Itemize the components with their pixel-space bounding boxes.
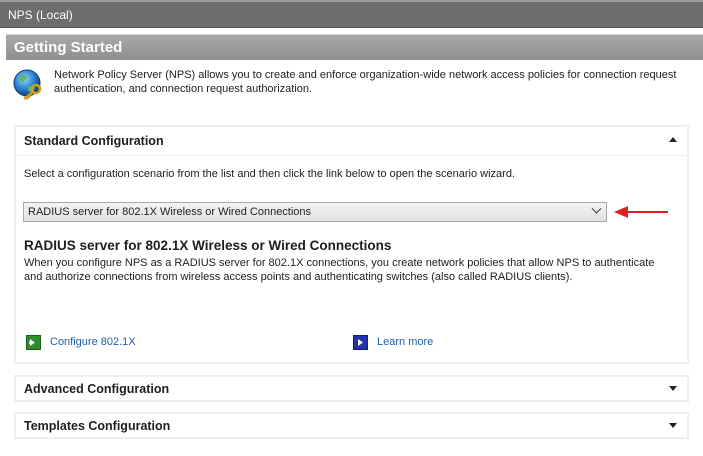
- learn-more-link[interactable]: Learn more: [353, 334, 433, 350]
- intro-description: Network Policy Server (NPS) allows you t…: [54, 69, 677, 95]
- panel-divider: [16, 155, 687, 156]
- scenario-description: When you configure NPS as a RADIUS serve…: [24, 257, 655, 283]
- advanced-configuration-title: Advanced Configuration: [24, 382, 170, 396]
- advanced-configuration-panel[interactable]: Advanced Configuration: [15, 376, 688, 401]
- learn-more-link-text[interactable]: Learn more: [377, 336, 433, 348]
- window-title: NPS (Local): [8, 8, 73, 22]
- chevron-down-icon: [591, 203, 602, 214]
- standard-configuration-title: Standard Configuration: [24, 134, 164, 148]
- expand-icon[interactable]: [669, 386, 677, 391]
- configure-8021x-link-text[interactable]: Configure 802.1X: [50, 336, 136, 348]
- templates-configuration-panel[interactable]: Templates Configuration: [15, 413, 688, 438]
- arrow-right-blue-icon: [353, 334, 368, 350]
- collapse-icon[interactable]: [669, 137, 677, 142]
- getting-started-header: Getting Started: [6, 34, 703, 60]
- arrow-right-green-icon: [26, 334, 41, 350]
- red-arrow-icon: [614, 206, 668, 218]
- configure-8021x-link[interactable]: Configure 802.1X: [26, 334, 136, 350]
- window-titlebar: NPS (Local): [0, 0, 703, 28]
- nps-globe-key-icon: [12, 68, 46, 102]
- scenario-dropdown[interactable]: RADIUS server for 802.1X Wireless or Wir…: [23, 202, 607, 222]
- scenario-instruction: Select a configuration scenario from the…: [24, 168, 515, 180]
- templates-configuration-title: Templates Configuration: [24, 419, 171, 433]
- standard-configuration-panel: Standard Configuration Select a configur…: [15, 126, 688, 363]
- expand-icon[interactable]: [669, 423, 677, 428]
- scenario-dropdown-value: RADIUS server for 802.1X Wireless or Wir…: [28, 206, 312, 218]
- section-title: Getting Started: [14, 39, 123, 56]
- scenario-title: RADIUS server for 802.1X Wireless or Wir…: [24, 238, 392, 253]
